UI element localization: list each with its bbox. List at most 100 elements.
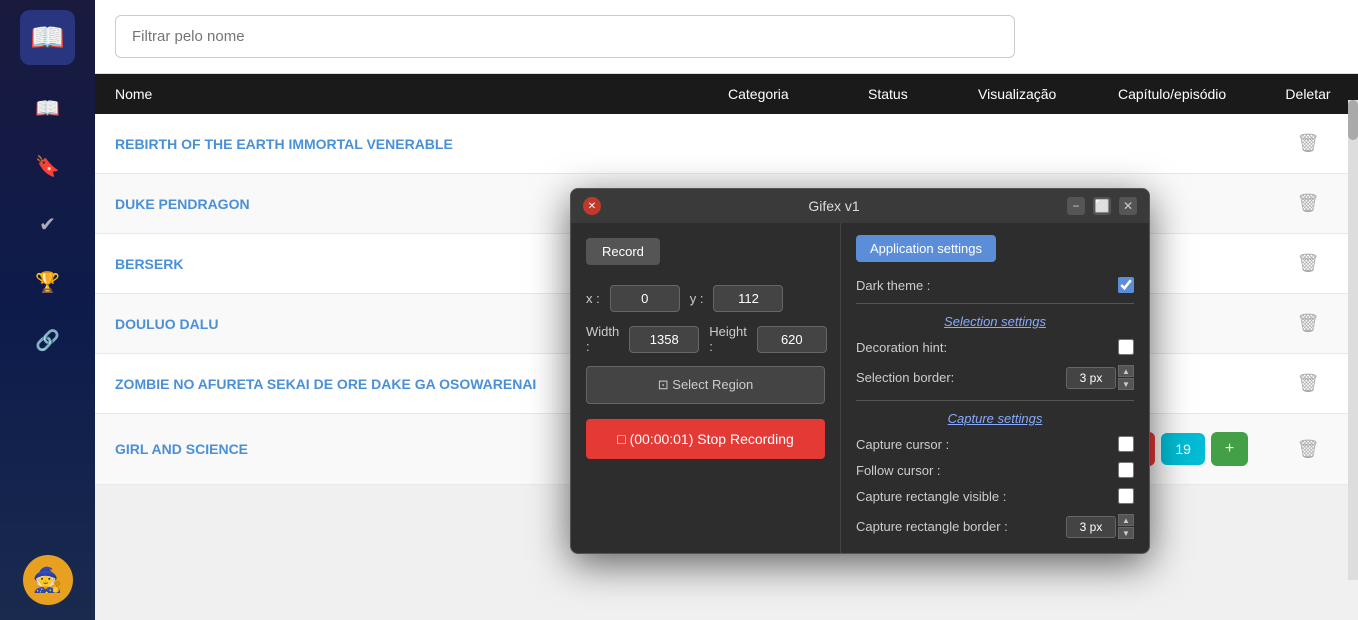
capture-rect-border-row: Capture rectangle border : ▲ ▼ <box>856 514 1134 539</box>
delete-icon-6[interactable]: 🗑 <box>1297 439 1320 459</box>
record-panel: Record x : y : Width : Height : ⊡ Select… <box>571 223 841 553</box>
sidebar-item-read[interactable]: 📖 <box>23 83 73 133</box>
delete-icon-3[interactable]: 🗑 <box>1297 253 1320 273</box>
btn-num[interactable]: 19 <box>1161 433 1205 465</box>
sidebar-item-bookmark[interactable]: 🔖 <box>23 141 73 191</box>
btn-plus[interactable]: + <box>1211 432 1248 466</box>
check-icon: ✔ <box>39 212 56 237</box>
row-deletar-1: 🗑 <box>1278 133 1338 154</box>
select-region-button[interactable]: ⊡ Select Region <box>586 366 825 404</box>
y-label: y : <box>690 291 704 306</box>
capture-cursor-checkbox[interactable] <box>1118 436 1134 452</box>
modal-close-button[interactable]: ✕ <box>583 197 601 215</box>
sidebar-item-share[interactable]: 🔗 <box>23 315 73 365</box>
table-header: Nome Categoria Status Visualização Capít… <box>95 74 1358 114</box>
selection-border-down[interactable]: ▼ <box>1118 378 1134 390</box>
tab-record[interactable]: Record <box>586 238 660 265</box>
table-row: REBIRTH OF THE EARTH IMMORTAL VENERABLE … <box>95 114 1358 174</box>
app-settings-panel: Application settings Dark theme : Select… <box>841 223 1149 553</box>
capture-rect-visible-row: Capture rectangle visible : <box>856 488 1134 504</box>
x-input[interactable] <box>610 285 680 312</box>
capture-rect-border-up[interactable]: ▲ <box>1118 514 1134 526</box>
selection-settings-title: Selection settings <box>856 314 1134 329</box>
modal-title: Gifex v1 <box>808 198 859 214</box>
delete-icon-2[interactable]: 🗑 <box>1297 193 1320 213</box>
decoration-hint-row: Decoration hint: <box>856 339 1134 355</box>
titlebar-controls: − ⬜ ✕ <box>1067 197 1137 215</box>
width-label: Width : <box>586 324 619 354</box>
row-deletar-2: 🗑 <box>1278 193 1338 214</box>
header-status: Status <box>868 86 978 102</box>
selection-border-label: Selection border: <box>856 370 954 385</box>
avatar-icon: 🧙 <box>33 566 63 595</box>
header-deletar: Deletar <box>1278 86 1338 102</box>
delete-icon-4[interactable]: 🗑 <box>1297 313 1320 333</box>
x-label: x : <box>586 291 600 306</box>
delete-icon-5[interactable]: 🗑 <box>1297 373 1320 393</box>
selection-border-input[interactable] <box>1066 367 1116 389</box>
height-label: Height : <box>709 324 747 354</box>
height-input[interactable] <box>757 326 827 353</box>
search-input[interactable] <box>115 15 1015 58</box>
modal-body: Record x : y : Width : Height : ⊡ Select… <box>571 223 1149 553</box>
row-deletar-6: 🗑 <box>1278 439 1338 460</box>
divider-2 <box>856 400 1134 401</box>
scrollbar-thumb[interactable] <box>1348 100 1358 140</box>
modal-titlebar: ✕ Gifex v1 − ⬜ ✕ <box>571 189 1149 223</box>
capture-settings-title: Capture settings <box>856 411 1134 426</box>
capture-cursor-row: Capture cursor : <box>856 436 1134 452</box>
read-icon: 📖 <box>35 96 60 121</box>
trophy-icon: 🏆 <box>35 270 60 295</box>
modal-minimize-button[interactable]: − <box>1067 197 1085 215</box>
row-deletar-5: 🗑 <box>1278 373 1338 394</box>
scrollbar-track[interactable] <box>1348 100 1358 580</box>
gifex-modal: ✕ Gifex v1 − ⬜ ✕ Record x : y : Width : … <box>570 188 1150 554</box>
row-name-rebirth[interactable]: REBIRTH OF THE EARTH IMMORTAL VENERABLE <box>115 136 728 152</box>
modal-maximize-button[interactable]: ⬜ <box>1093 197 1111 215</box>
follow-cursor-label: Follow cursor : <box>856 463 941 478</box>
user-avatar[interactable]: 🧙 <box>23 555 73 605</box>
modal-close-x-button[interactable]: ✕ <box>1119 197 1137 215</box>
delete-icon-1[interactable]: 🗑 <box>1297 133 1320 153</box>
selection-border-arrows: ▲ ▼ <box>1118 365 1134 390</box>
sidebar-logo[interactable]: 📖 <box>20 10 75 65</box>
row-deletar-3: 🗑 <box>1278 253 1338 274</box>
decoration-hint-label: Decoration hint: <box>856 340 947 355</box>
capture-rect-border-down[interactable]: ▼ <box>1118 527 1134 539</box>
width-input[interactable] <box>629 326 699 353</box>
capture-cursor-label: Capture cursor : <box>856 437 949 452</box>
coord-x-row: x : y : <box>586 285 825 312</box>
sidebar-item-trophy[interactable]: 🏆 <box>23 257 73 307</box>
selection-border-row: Selection border: ▲ ▼ <box>856 365 1134 390</box>
dark-theme-label: Dark theme : <box>856 278 930 293</box>
bookmark-icon: 🔖 <box>35 154 60 179</box>
logo-icon: 📖 <box>30 21 65 54</box>
capture-rect-border-label: Capture rectangle border : <box>856 519 1008 534</box>
header-visualizacao: Visualização <box>978 86 1118 102</box>
row-deletar-4: 🗑 <box>1278 313 1338 334</box>
y-input[interactable] <box>713 285 783 312</box>
stop-recording-button[interactable]: □ (00:00:01) Stop Recording <box>586 419 825 459</box>
capture-rect-visible-checkbox[interactable] <box>1118 488 1134 504</box>
capture-rect-visible-label: Capture rectangle visible : <box>856 489 1006 504</box>
tab-app-settings[interactable]: Application settings <box>856 235 996 262</box>
capture-rect-border-input[interactable] <box>1066 516 1116 538</box>
sidebar-item-check[interactable]: ✔ <box>23 199 73 249</box>
follow-cursor-checkbox[interactable] <box>1118 462 1134 478</box>
capture-rect-border-arrows: ▲ ▼ <box>1118 514 1134 539</box>
share-icon: 🔗 <box>35 328 60 353</box>
follow-cursor-row: Follow cursor : <box>856 462 1134 478</box>
header-categoria: Categoria <box>728 86 868 102</box>
capture-rect-border-spinner: ▲ ▼ <box>1066 514 1134 539</box>
sidebar: 📖 📖 🔖 ✔ 🏆 🔗 🧙 <box>0 0 95 620</box>
dark-theme-row: Dark theme : <box>856 277 1134 293</box>
selection-border-up[interactable]: ▲ <box>1118 365 1134 377</box>
coord-size-row: Width : Height : <box>586 324 825 354</box>
decoration-hint-checkbox[interactable] <box>1118 339 1134 355</box>
header-nome: Nome <box>115 86 728 102</box>
header-capitulo: Capítulo/episódio <box>1118 86 1278 102</box>
dark-theme-checkbox[interactable] <box>1118 277 1134 293</box>
divider-1 <box>856 303 1134 304</box>
selection-border-spinner: ▲ ▼ <box>1066 365 1134 390</box>
search-bar <box>95 0 1358 74</box>
